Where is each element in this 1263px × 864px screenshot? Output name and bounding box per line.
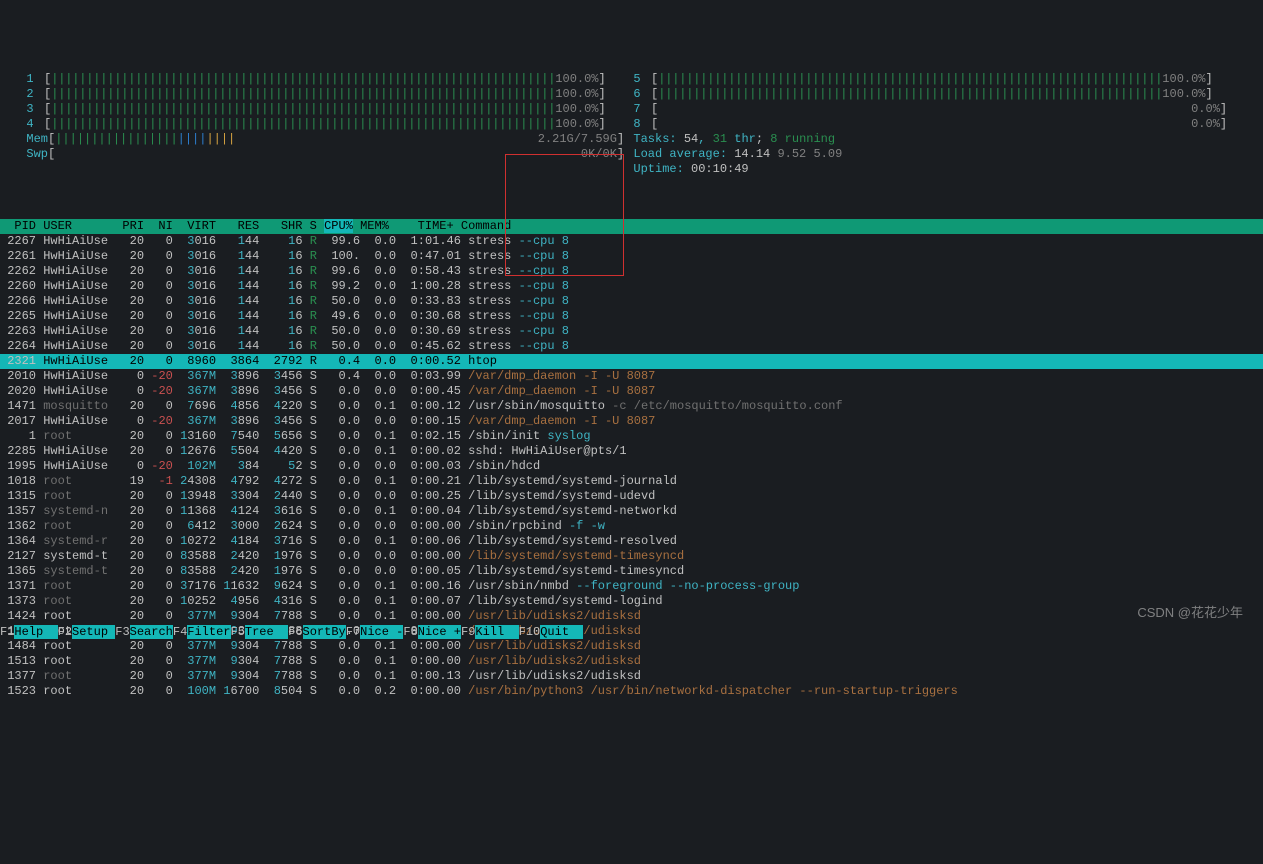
process-row[interactable]: 1 root 20 0 13160 7540 5656 S 0.0 0.1 0:…	[0, 429, 1263, 444]
process-row[interactable]: 1484 root 20 0 377M 9304 7788 S 0.0 0.1 …	[0, 639, 1263, 654]
fkey-F1[interactable]: F1	[0, 625, 14, 639]
process-row[interactable]: 1523 root 20 0 100M 16700 8504 S 0.0 0.2…	[0, 684, 1263, 699]
fkey-F5[interactable]: F5	[231, 625, 245, 639]
process-row[interactable]: 1364 systemd-r 20 0 10272 4184 3716 S 0.…	[0, 534, 1263, 549]
tasks-info: Tasks: 54, 31 thr; 8 running	[619, 132, 1219, 147]
process-row[interactable]: 2267 HwHiAiUse 20 0 3016 144 16 R 99.6 0…	[0, 234, 1263, 249]
swap-meter: Swp[ 0K/0K]	[12, 147, 619, 162]
cpu-meter-6: 6 [|||||||||||||||||||||||||||||||||||||…	[619, 87, 1219, 102]
process-row[interactable]: 2265 HwHiAiUse 20 0 3016 144 16 R 49.6 0…	[0, 309, 1263, 324]
cpu-meter-3: 3 [|||||||||||||||||||||||||||||||||||||…	[12, 102, 619, 117]
fkey-label: Quit	[540, 625, 583, 639]
process-row[interactable]: 1995 HwHiAiUse 0 -20 102M 384 52 S 0.0 0…	[0, 459, 1263, 474]
process-row[interactable]: 2020 HwHiAiUse 0 -20 367M 3896 3456 S 0.…	[0, 384, 1263, 399]
process-row[interactable]: 1377 root 20 0 377M 9304 7788 S 0.0 0.1 …	[0, 669, 1263, 684]
process-row[interactable]: 1471 mosquitto 20 0 7696 4856 4220 S 0.0…	[0, 399, 1263, 414]
fkey-label: Nice +	[418, 625, 461, 639]
process-row[interactable]: 2260 HwHiAiUse 20 0 3016 144 16 R 99.2 0…	[0, 279, 1263, 294]
cpu-meter-8: 8 [ 0.0%]	[619, 117, 1219, 132]
fkey-label: Nice -	[360, 625, 403, 639]
process-row[interactable]: 1315 root 20 0 13948 3304 2440 S 0.0 0.0…	[0, 489, 1263, 504]
fkey-label: Filter	[187, 625, 230, 639]
process-row[interactable]: 1018 root 19 -1 24308 4792 4272 S 0.0 0.…	[0, 474, 1263, 489]
fkey-F9[interactable]: F9	[461, 625, 475, 639]
process-row[interactable]: 2262 HwHiAiUse 20 0 3016 144 16 R 99.6 0…	[0, 264, 1263, 279]
process-row[interactable]: 2263 HwHiAiUse 20 0 3016 144 16 R 50.0 0…	[0, 324, 1263, 339]
fkey-F10[interactable]: F10	[519, 625, 541, 639]
process-row[interactable]: 1371 root 20 0 37176 11632 9624 S 0.0 0.…	[0, 579, 1263, 594]
load-average: Load average: 14.14 9.52 5.09	[619, 147, 1219, 162]
cpu-meter-5: 5 [|||||||||||||||||||||||||||||||||||||…	[619, 72, 1219, 87]
process-row[interactable]: 2261 HwHiAiUse 20 0 3016 144 16 R 100. 0…	[0, 249, 1263, 264]
process-row[interactable]: 2010 HwHiAiUse 0 -20 367M 3896 3456 S 0.…	[0, 369, 1263, 384]
process-row[interactable]: 2321 HwHiAiUse 20 0 8960 3864 2792 R 0.4…	[0, 354, 1263, 369]
fkey-label: Tree	[245, 625, 288, 639]
process-row[interactable]: 1362 root 20 0 6412 3000 2624 S 0.0 0.0 …	[0, 519, 1263, 534]
cpu-meters: 1 [|||||||||||||||||||||||||||||||||||||…	[0, 60, 1263, 177]
process-row[interactable]: 1365 systemd-t 20 0 83588 2420 1976 S 0.…	[0, 564, 1263, 579]
watermark: CSDN @花花少年	[1137, 605, 1243, 620]
memory-meter: Mem[||||||||||||||||||||||||| 2.21G/7.59…	[12, 132, 619, 147]
process-row[interactable]: 2266 HwHiAiUse 20 0 3016 144 16 R 50.0 0…	[0, 294, 1263, 309]
process-row[interactable]: 1357 systemd-n 20 0 11368 4124 3616 S 0.…	[0, 504, 1263, 519]
process-row[interactable]: 2285 HwHiAiUse 20 0 12676 5504 4420 S 0.…	[0, 444, 1263, 459]
uptime: Uptime: 00:10:49	[619, 162, 1219, 177]
fkey-label: Setup	[72, 625, 115, 639]
cpu-meter-4: 4 [|||||||||||||||||||||||||||||||||||||…	[12, 117, 619, 132]
fkey-F8[interactable]: F8	[403, 625, 417, 639]
fkey-F2[interactable]: F2	[58, 625, 72, 639]
cpu-meter-2: 2 [|||||||||||||||||||||||||||||||||||||…	[12, 87, 619, 102]
fkey-label: Kill	[475, 625, 518, 639]
fkey-F4[interactable]: F4	[173, 625, 187, 639]
process-row[interactable]: 2017 HwHiAiUse 0 -20 367M 3896 3456 S 0.…	[0, 414, 1263, 429]
process-row[interactable]: 2127 systemd-t 20 0 83588 2420 1976 S 0.…	[0, 549, 1263, 564]
fkey-label: SortBy	[303, 625, 346, 639]
function-key-bar: F1Help F2Setup F3SearchF4FilterF5Tree F6…	[0, 625, 1263, 640]
fkey-label: Search	[130, 625, 173, 639]
fkey-label: Help	[14, 625, 57, 639]
process-row[interactable]: 1513 root 20 0 377M 9304 7788 S 0.0 0.1 …	[0, 654, 1263, 669]
fkey-F7[interactable]: F7	[346, 625, 360, 639]
fkey-F6[interactable]: F6	[288, 625, 302, 639]
process-row[interactable]: 2264 HwHiAiUse 20 0 3016 144 16 R 50.0 0…	[0, 339, 1263, 354]
cpu-meter-7: 7 [ 0.0%]	[619, 102, 1219, 117]
process-row[interactable]: 1373 root 20 0 10252 4956 4316 S 0.0 0.1…	[0, 594, 1263, 609]
process-row[interactable]: 1424 root 20 0 377M 9304 7788 S 0.0 0.1 …	[0, 609, 1263, 624]
cpu-meter-1: 1 [|||||||||||||||||||||||||||||||||||||…	[12, 72, 619, 87]
table-header[interactable]: PID USER PRI NI VIRT RES SHR S CPU% MEM%…	[0, 219, 1263, 234]
fkey-F3[interactable]: F3	[115, 625, 129, 639]
